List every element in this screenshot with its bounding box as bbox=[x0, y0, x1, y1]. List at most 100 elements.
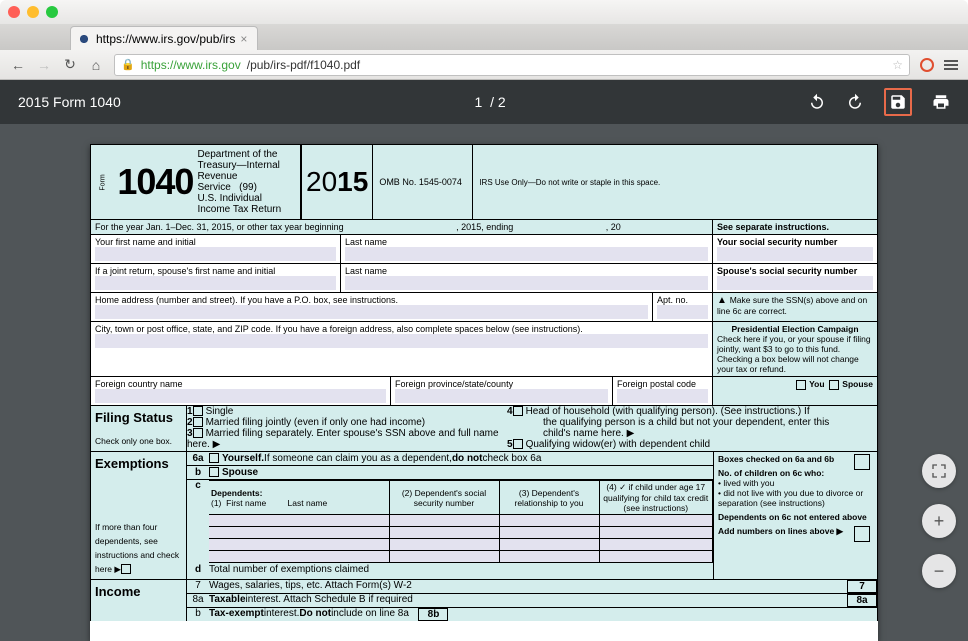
fs-qw-checkbox[interactable] bbox=[513, 439, 523, 449]
fs-single-checkbox[interactable] bbox=[193, 406, 203, 416]
zoom-controls: + − bbox=[922, 454, 956, 588]
pdf-viewport[interactable]: Form 1040 Department of the Treasury—Int… bbox=[0, 124, 968, 641]
extension-icon[interactable] bbox=[920, 58, 934, 72]
fs-mfj-label: Married filing jointly (even if only one… bbox=[206, 417, 426, 428]
apt-label: Apt. no. bbox=[657, 295, 708, 305]
window-titlebar[interactable] bbox=[0, 0, 968, 24]
zoom-in-button[interactable]: + bbox=[922, 504, 956, 538]
foreign-prov-field[interactable] bbox=[395, 389, 608, 403]
rotate-cw-icon[interactable] bbox=[808, 93, 826, 111]
ex-yourself-label-4: check box 6a bbox=[483, 453, 542, 464]
close-tab-icon[interactable]: × bbox=[240, 32, 247, 46]
close-window-button[interactable] bbox=[8, 6, 20, 18]
dependent-row[interactable] bbox=[209, 527, 713, 539]
minimize-window-button[interactable] bbox=[27, 6, 39, 18]
back-button[interactable]: ← bbox=[10, 57, 26, 73]
bookmark-star-icon[interactable]: ☆ bbox=[892, 58, 903, 72]
spouse-last-name-label: Last name bbox=[345, 266, 708, 276]
pdf-page-total: 2 bbox=[498, 94, 506, 110]
dep-col1-num: (1) bbox=[211, 498, 221, 508]
reload-button[interactable]: ↻ bbox=[62, 56, 78, 73]
more-dependents-label: If more than four dependents, see instru… bbox=[95, 522, 179, 574]
campaign-text: Check here if you, or your spouse if fil… bbox=[717, 334, 873, 374]
tab-title: https://www.irs.gov/pub/irs bbox=[96, 32, 235, 46]
dependent-row[interactable] bbox=[209, 539, 713, 551]
line-8b-bold: Tax-exempt bbox=[209, 608, 264, 621]
dependents-table: Dependents: (1) First name Last name (2)… bbox=[209, 480, 713, 563]
line-8b-label-1: interest. bbox=[264, 608, 300, 621]
filing-status-section: Filing Status Check only one box. 1Singl… bbox=[90, 406, 878, 452]
dep-relationship-header: (3) Dependent's relationship to you bbox=[499, 481, 599, 515]
city-label: City, town or post office, state, and ZI… bbox=[95, 324, 708, 334]
lock-icon: 🔒 bbox=[121, 58, 135, 71]
ex-yourself-donot: do not bbox=[452, 453, 483, 464]
url-host: https://www.irs.gov bbox=[141, 58, 241, 72]
ex-yourself-label-2: If someone can claim you as a dependent, bbox=[264, 453, 452, 464]
omb-number: OMB No. 1545-0074 bbox=[373, 145, 473, 219]
tax-year-20-label: , 20 bbox=[606, 222, 621, 232]
menu-icon[interactable] bbox=[944, 60, 958, 70]
url-path: /pub/irs-pdf/f1040.pdf bbox=[247, 58, 360, 72]
favicon bbox=[77, 32, 91, 46]
print-icon[interactable] bbox=[932, 93, 950, 111]
your-ssn-field[interactable] bbox=[717, 247, 873, 261]
download-icon[interactable] bbox=[889, 93, 907, 111]
line-8b-donot: Do not bbox=[299, 608, 331, 621]
foreign-prov-label: Foreign province/state/county bbox=[395, 379, 608, 389]
campaign-title: Presidential Election Campaign bbox=[717, 324, 873, 334]
spouse-first-name-label: If a joint return, spouse's first name a… bbox=[95, 266, 336, 276]
line-7-amount-label: 7 bbox=[847, 580, 877, 593]
fit-to-page-button[interactable] bbox=[922, 454, 956, 488]
foreign-postal-field[interactable] bbox=[617, 389, 708, 403]
tax-year-ending-label: , 2015, ending bbox=[456, 222, 513, 232]
campaign-you-label: You bbox=[809, 379, 824, 389]
exemptions-heading: Exemptions If more than four dependents,… bbox=[91, 452, 187, 579]
dependent-row[interactable] bbox=[209, 515, 713, 527]
exemptions-summary-column: Boxes checked on 6a and 6b No. of childr… bbox=[713, 452, 877, 579]
fs-mfj-checkbox[interactable] bbox=[193, 417, 203, 427]
dependent-row[interactable] bbox=[209, 551, 713, 563]
fs-hoh-label-3: child's name here. ▶ bbox=[507, 428, 877, 439]
address-label: Home address (number and street). If you… bbox=[95, 295, 648, 305]
pdf-toolbar: 2015 Form 1040 1 / 2 bbox=[0, 80, 968, 124]
fs-mfs-checkbox[interactable] bbox=[193, 428, 203, 438]
fs-qw-label: Qualifying widow(er) with dependent chil… bbox=[526, 439, 711, 450]
add-numbers-box[interactable] bbox=[854, 526, 870, 542]
address-field[interactable] bbox=[95, 305, 648, 319]
zoom-out-button[interactable]: − bbox=[922, 554, 956, 588]
pdf-page-current: 1 bbox=[462, 94, 482, 110]
download-button-highlight bbox=[884, 88, 912, 116]
fs-hoh-label-2: the qualifying person is a child but not… bbox=[507, 417, 877, 428]
home-button[interactable]: ⌂ bbox=[88, 57, 104, 73]
city-field[interactable] bbox=[95, 334, 708, 348]
ex-yourself-checkbox[interactable] bbox=[209, 453, 219, 463]
pdf-page-indicator[interactable]: 1 / 2 bbox=[462, 94, 505, 110]
spouse-ssn-field[interactable] bbox=[717, 276, 873, 290]
irs-use-only: IRS Use Only—Do not write or staple in t… bbox=[473, 145, 878, 219]
first-name-field[interactable] bbox=[95, 247, 336, 261]
apt-field[interactable] bbox=[657, 305, 708, 319]
dep-firstname-header: First name bbox=[226, 498, 266, 508]
filing-status-heading: Filing Status Check only one box. bbox=[91, 406, 187, 451]
campaign-you-checkbox[interactable] bbox=[796, 380, 806, 390]
income-heading: Income bbox=[91, 580, 187, 621]
campaign-spouse-checkbox[interactable] bbox=[829, 380, 839, 390]
last-name-field[interactable] bbox=[345, 247, 708, 261]
spouse-last-name-field[interactable] bbox=[345, 276, 708, 290]
more-dependents-checkbox[interactable] bbox=[121, 564, 131, 574]
ex-spouse-checkbox[interactable] bbox=[209, 467, 219, 477]
form-year-suffix: 15 bbox=[337, 166, 368, 198]
browser-tab[interactable]: https://www.irs.gov/pub/irs × bbox=[70, 26, 258, 50]
spouse-first-name-field[interactable] bbox=[95, 276, 336, 290]
tax-year-label: For the year Jan. 1–Dec. 31, 2015, or ot… bbox=[95, 222, 344, 232]
browser-tabstrip: https://www.irs.gov/pub/irs × bbox=[0, 24, 968, 50]
foreign-country-field[interactable] bbox=[95, 389, 386, 403]
rotate-ccw-icon[interactable] bbox=[846, 93, 864, 111]
address-bar[interactable]: 🔒 https://www.irs.gov/pub/irs-pdf/f1040.… bbox=[114, 54, 910, 76]
forward-button: → bbox=[36, 57, 52, 73]
maximize-window-button[interactable] bbox=[46, 6, 58, 18]
boxes-checked-count[interactable] bbox=[854, 454, 870, 470]
line-7-label: Wages, salaries, tips, etc. Attach Form(… bbox=[209, 580, 412, 593]
fs-hoh-checkbox[interactable] bbox=[513, 406, 523, 416]
line-8b-label-2: include on line 8a bbox=[331, 608, 409, 621]
